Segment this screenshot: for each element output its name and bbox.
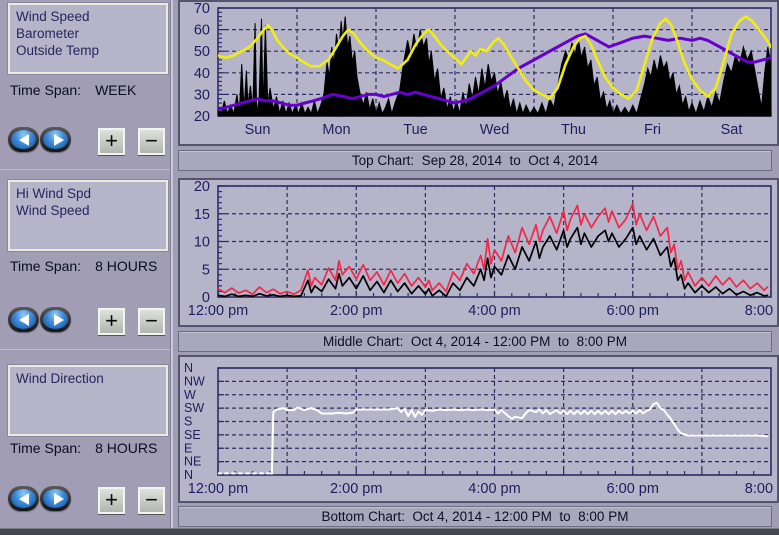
zoom-out-button[interactable]: − (138, 128, 165, 155)
top-time-span: Time Span: WEEK (10, 82, 170, 98)
time-span-value: 8 HOURS (95, 440, 157, 456)
svg-text:5: 5 (202, 262, 210, 278)
left-arrow-icon (11, 310, 36, 329)
svg-text:6:00 pm: 6:00 pm (607, 303, 659, 319)
sidebar-divider (0, 168, 170, 170)
svg-text:Wed: Wed (480, 122, 510, 138)
right-arrow-icon (43, 489, 68, 508)
zoom-out-button[interactable]: − (138, 487, 165, 514)
weatherlink-window: Wind Speed Barometer Outside Temp Time S… (0, 0, 779, 535)
svg-text:12:00 pm: 12:00 pm (188, 303, 248, 319)
series-item-wind-speed[interactable]: Wind Speed (16, 202, 166, 219)
svg-text:W: W (184, 388, 196, 402)
zoom-in-button[interactable]: + (98, 487, 125, 514)
svg-text:4:00 pm: 4:00 pm (468, 481, 520, 497)
bottom-chart-controls: + − (8, 486, 170, 512)
bottom-time-span: Time Span: 8 HOURS (10, 440, 170, 456)
svg-text:N: N (184, 468, 193, 482)
svg-text:E: E (184, 441, 192, 455)
svg-text:Mon: Mon (322, 122, 350, 138)
sidebar: Wind Speed Barometer Outside Temp Time S… (0, 0, 172, 529)
scroll-forward-button[interactable] (40, 307, 71, 332)
svg-text:Sat: Sat (721, 122, 743, 138)
svg-text:Tue: Tue (403, 122, 427, 138)
svg-text:15: 15 (194, 207, 210, 223)
svg-text:NW: NW (184, 374, 205, 388)
series-item-wind-direction[interactable]: Wind Direction (16, 370, 166, 387)
zoom-in-button[interactable]: + (98, 128, 125, 155)
sidebar-chart-divider (170, 0, 173, 529)
left-arrow-icon (11, 489, 36, 508)
window-bottom-edge (0, 528, 779, 535)
zoom-out-button[interactable]: − (138, 308, 165, 335)
time-span-label: Time Span: (10, 440, 81, 456)
top-chart-panel: 20 30 40 50 60 70 Sun Mon Tue Wed Thu Fri Sat (178, 0, 779, 146)
svg-text:6:00 pm: 6:00 pm (607, 481, 659, 497)
scroll-forward-button[interactable] (40, 127, 71, 152)
svg-text:N: N (184, 361, 193, 375)
top-chart-controls: + − (8, 127, 170, 153)
svg-text:SW: SW (184, 401, 204, 415)
time-span-label: Time Span: (10, 82, 81, 98)
time-span-value: 8 HOURS (95, 258, 157, 274)
svg-text:Thu: Thu (561, 122, 586, 138)
scroll-forward-button[interactable] (40, 486, 71, 511)
scroll-back-button[interactable] (8, 307, 39, 332)
svg-text:20: 20 (194, 180, 210, 195)
svg-text:Sun: Sun (245, 122, 271, 138)
svg-text:S: S (184, 415, 192, 429)
svg-text:60: 60 (194, 23, 210, 39)
svg-text:2:00 pm: 2:00 pm (330, 481, 382, 497)
svg-text:NE: NE (184, 455, 201, 469)
series-item-barometer[interactable]: Barometer (16, 25, 166, 42)
svg-text:20: 20 (194, 109, 210, 125)
top-chart-svg: 20 30 40 50 60 70 Sun Mon Tue Wed Thu Fri Sat (180, 2, 777, 144)
bottom-chart-caption: Bottom Chart: Oct 4, 2014 - 12:00 PM to … (178, 506, 772, 527)
scroll-back-button[interactable] (8, 127, 39, 152)
sidebar-divider (0, 348, 170, 350)
scroll-back-button[interactable] (8, 486, 39, 511)
time-span-label: Time Span: (10, 258, 81, 274)
svg-text:50: 50 (194, 44, 210, 60)
middle-chart-series-list[interactable]: Hi Wind Spd Wind Speed (8, 180, 168, 251)
zoom-in-button[interactable]: + (98, 308, 125, 335)
bottom-chart-panel: NNEESESSWWNWN12:00 pm2:00 pm4:00 pm6:00 … (178, 355, 779, 503)
time-span-value: WEEK (95, 82, 136, 98)
svg-text:Fri: Fri (644, 122, 661, 138)
right-arrow-icon (43, 130, 68, 149)
middle-chart-controls: + − (8, 307, 170, 333)
bottom-chart-svg: NNEESESSWWNWN12:00 pm2:00 pm4:00 pm6:00 … (180, 357, 777, 501)
right-arrow-icon (43, 310, 68, 329)
svg-text:8:00 pm: 8:00 pm (745, 303, 777, 319)
svg-text:70: 70 (194, 2, 210, 17)
middle-time-span: Time Span: 8 HOURS (10, 258, 170, 274)
svg-text:40: 40 (194, 66, 210, 82)
series-item-outside-temp[interactable]: Outside Temp (16, 42, 166, 59)
svg-text:30: 30 (194, 87, 210, 103)
series-item-wind-speed[interactable]: Wind Speed (16, 8, 166, 25)
svg-text:10: 10 (194, 235, 210, 251)
svg-text:2:00 pm: 2:00 pm (330, 303, 382, 319)
svg-text:12:00 pm: 12:00 pm (188, 481, 248, 497)
middle-chart-caption: Middle Chart: Oct 4, 2014 - 12:00 PM to … (178, 331, 772, 352)
top-chart-caption: Top Chart: Sep 28, 2014 to Oct 4, 2014 (178, 150, 772, 171)
middle-chart-panel: 0510152012:00 pm2:00 pm4:00 pm6:00 pm8:0… (178, 178, 779, 327)
bottom-chart-series-list[interactable]: Wind Direction (8, 365, 168, 436)
svg-text:4:00 pm: 4:00 pm (468, 303, 520, 319)
svg-text:8:00 pm: 8:00 pm (745, 481, 777, 497)
left-arrow-icon (11, 130, 36, 149)
svg-text:SE: SE (184, 428, 201, 442)
middle-chart-svg: 0510152012:00 pm2:00 pm4:00 pm6:00 pm8:0… (180, 180, 777, 325)
top-chart-series-list[interactable]: Wind Speed Barometer Outside Temp (8, 3, 168, 74)
series-item-hi-wind-spd[interactable]: Hi Wind Spd (16, 185, 166, 202)
